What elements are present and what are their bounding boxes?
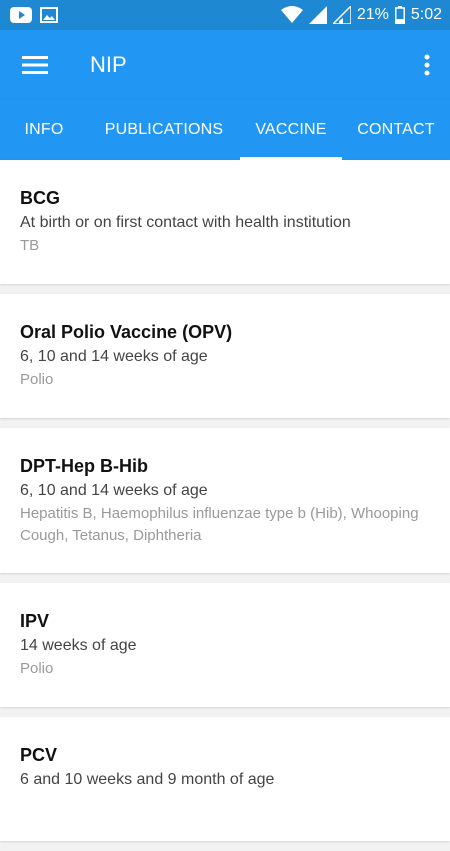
tab-publications[interactable]: PUBLICATIONS <box>88 100 240 160</box>
menu-button[interactable] <box>0 30 70 100</box>
wifi-icon <box>280 6 303 23</box>
signal-icon <box>308 6 327 24</box>
vaccine-schedule: 6 and 10 weeks and 9 month of age <box>20 771 275 788</box>
more-options-button[interactable] <box>404 30 450 100</box>
app-title: NIP <box>90 52 127 77</box>
vaccine-schedule: At birth or on first contact with health… <box>20 214 351 231</box>
vaccine-name: IPV <box>20 611 50 631</box>
vaccine-name: Oral Polio Vaccine (OPV) <box>20 322 233 342</box>
vaccine-name: PCV <box>20 745 58 765</box>
vaccine-card[interactable]: IPV 14 weeks of age Polio <box>0 583 450 707</box>
status-bar: 21% 5:02 <box>0 0 450 30</box>
vaccine-card[interactable]: Oral Polio Vaccine (OPV) 6, 10 and 14 we… <box>0 294 450 418</box>
vaccine-diseases: Polio <box>20 660 54 677</box>
vaccine-schedule: 6, 10 and 14 weeks of age <box>20 482 208 499</box>
vaccine-schedule: 14 weeks of age <box>20 637 137 654</box>
vaccine-name: BCG <box>20 188 60 208</box>
vaccine-diseases: Polio <box>20 371 54 388</box>
vaccine-name: DPT-Hep B-Hib <box>20 456 148 476</box>
vaccine-schedule: 6, 10 and 14 weeks of age <box>20 348 208 365</box>
tab-vaccine[interactable]: VACCINE <box>240 100 342 160</box>
youtube-icon <box>10 7 32 23</box>
vaccine-card[interactable]: BCG At birth or on first contact with he… <box>0 160 450 284</box>
signal-icon <box>332 6 351 24</box>
vaccine-list: BCG At birth or on first contact with he… <box>0 160 450 851</box>
gallery-icon <box>40 7 58 23</box>
more-vert-icon <box>424 54 430 76</box>
app-bar: NIP <box>0 30 450 100</box>
tab-info[interactable]: INFO <box>0 100 88 160</box>
tab-bar: INFO PUBLICATIONS VACCINE CONTACT <box>0 100 450 160</box>
notification-icons <box>10 7 58 23</box>
vaccine-card[interactable]: DPT-Hep B-Hib 6, 10 and 14 weeks of age … <box>0 428 450 573</box>
battery-percent: 21% <box>356 6 389 23</box>
vaccine-card[interactable]: PCV 6 and 10 weeks and 9 month of age <box>0 717 450 841</box>
vaccine-diseases: TB <box>20 237 40 254</box>
battery-icon <box>394 6 405 24</box>
system-icons: 21% 5:02 <box>280 6 442 24</box>
clock: 5:02 <box>410 6 442 23</box>
tab-contact[interactable]: CONTACT <box>342 100 450 160</box>
vaccine-diseases: Hepatitis B, Haemophilus influenzae type… <box>20 505 419 544</box>
menu-icon <box>22 56 48 74</box>
